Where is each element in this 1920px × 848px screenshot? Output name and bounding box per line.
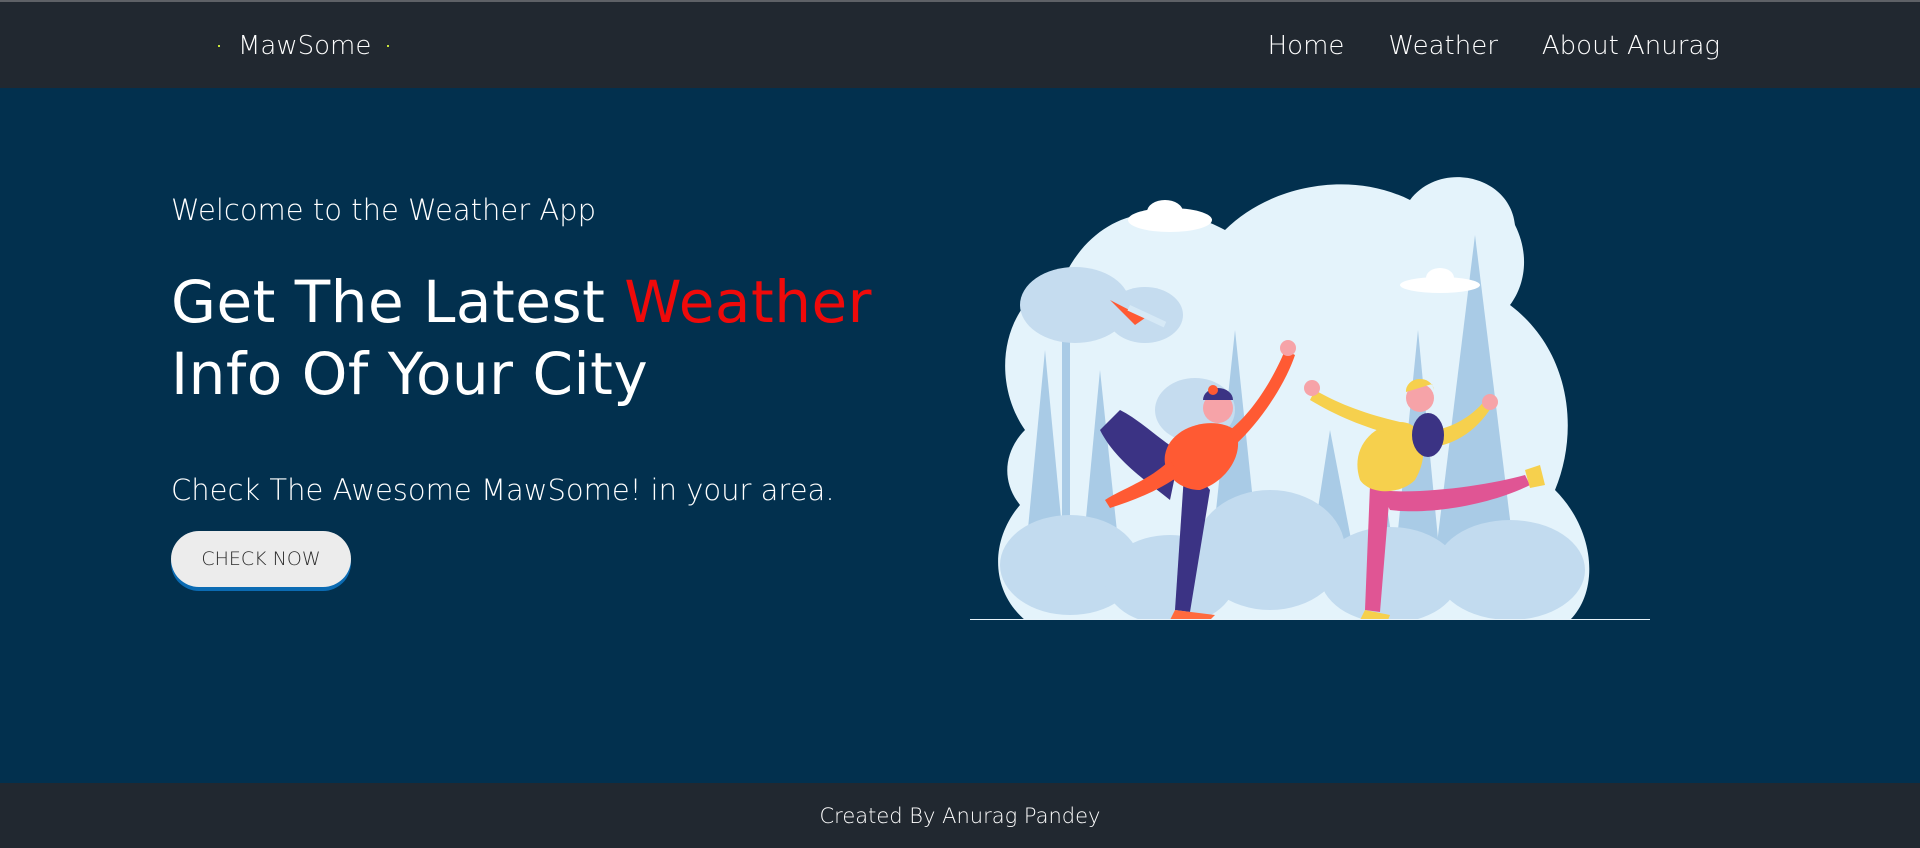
hero-headline: Get The Latest Weather Info Of Your City [171,266,872,410]
brand-logo[interactable]: MawSome [200,24,390,68]
navbar: MawSome Home Weather About Anurag [0,2,1920,88]
hero-subtext: Check The Awesome MawSome! in your area. [171,473,835,507]
nav-link-about[interactable]: About Anurag [1542,31,1720,61]
weather-illustration [970,177,1650,620]
footer-credit: Created By Anurag Pandey [819,803,1101,828]
headline-accent: Weather [624,268,873,336]
brand-dot-icon [218,45,220,47]
footer: Created By Anurag Pandey [0,783,1920,848]
headline-line2: Info Of Your City [171,340,649,408]
nav-links: Home Weather About Anurag [1224,24,1720,68]
hero-section: Welcome to the Weather App Get The Lates… [0,88,1920,783]
nav-link-weather[interactable]: Weather [1388,31,1497,61]
headline-prefix: Get The Latest [171,268,625,336]
nav-link-home[interactable]: Home [1268,31,1345,61]
brand-name: MawSome [238,31,372,61]
check-now-button[interactable]: CHECK NOW [171,531,351,587]
brand-dot-icon [387,45,390,47]
welcome-text: Welcome to the Weather App [171,193,596,227]
